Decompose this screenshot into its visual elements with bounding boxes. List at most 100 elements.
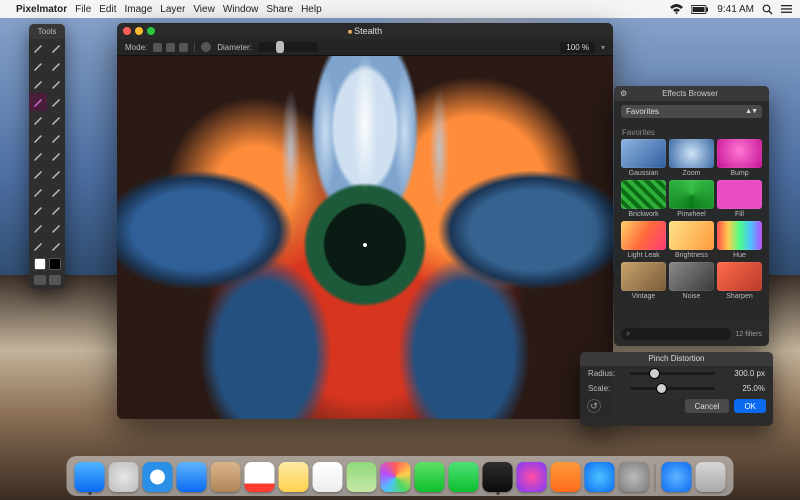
magic-wand-tool[interactable] <box>29 75 47 93</box>
diameter-label: Diameter: <box>217 43 252 52</box>
stamp-tool[interactable] <box>47 147 65 165</box>
zoom-field[interactable]: 100 % <box>560 42 595 53</box>
dock-app-appstore[interactable] <box>585 462 615 492</box>
dock-app-contacts[interactable] <box>211 462 241 492</box>
zoom-window-button[interactable] <box>147 27 155 35</box>
dock-trash[interactable] <box>696 462 726 492</box>
effect-light-leak[interactable]: Light Leak <box>621 221 666 259</box>
menu-layer[interactable]: Layer <box>160 4 185 15</box>
effect-label: Sharpen <box>717 291 762 300</box>
menu-window[interactable]: Window <box>223 4 259 15</box>
search-icon: ⌕ <box>626 329 630 339</box>
eyedropper-tool[interactable] <box>47 129 65 147</box>
dock-app-itunes[interactable] <box>517 462 547 492</box>
effect-thumbnail <box>717 180 762 209</box>
effect-vintage[interactable]: Vintage <box>621 262 666 300</box>
sharpen-tool[interactable] <box>47 183 65 201</box>
dock-app-mail[interactable] <box>177 462 207 492</box>
close-window-button[interactable] <box>123 27 131 35</box>
effect-dialog[interactable]: Pinch Distortion Radius: 300.0 px Scale:… <box>580 352 773 426</box>
wifi-icon[interactable] <box>670 4 683 14</box>
effect-label: Bump <box>717 168 762 177</box>
transform-tool[interactable] <box>47 39 65 57</box>
menu-share[interactable]: Share <box>266 4 293 15</box>
quick-mask-toggle[interactable] <box>34 275 46 285</box>
dock-app-facetime[interactable] <box>449 462 479 492</box>
diameter-slider[interactable] <box>258 42 318 52</box>
effect-zoom[interactable]: Zoom <box>669 139 714 177</box>
app-menu[interactable]: Pixelmator <box>16 4 67 15</box>
menu-help[interactable]: Help <box>301 4 322 15</box>
dock-app-preferences[interactable] <box>619 462 649 492</box>
effects-browser-panel[interactable]: ⚙ Effects Browser Favorites ▲▼ Favorites… <box>614 86 769 346</box>
options-bar: Mode: Diameter: 100 % ▾ <box>117 39 613 56</box>
cancel-button[interactable]: Cancel <box>685 399 730 413</box>
text-tool[interactable] <box>29 219 47 237</box>
effect-pinwheel[interactable]: Pinwheel <box>669 180 714 218</box>
clone-tool[interactable] <box>29 147 47 165</box>
dock-app-launchpad[interactable] <box>109 462 139 492</box>
lasso-tool[interactable] <box>47 57 65 75</box>
red-eye-tool[interactable] <box>47 165 65 183</box>
dock-app-notes[interactable] <box>279 462 309 492</box>
effect-bump[interactable]: Bump <box>717 139 762 177</box>
gradient-tool[interactable] <box>29 129 47 147</box>
paint-bucket-tool[interactable] <box>47 93 65 111</box>
dock-app-maps[interactable] <box>347 462 377 492</box>
effect-hue[interactable]: Hue <box>717 221 762 259</box>
reset-button[interactable]: ↺ <box>587 399 601 413</box>
window-titlebar[interactable]: Stealth <box>117 23 613 39</box>
dock-app-photos[interactable] <box>381 462 411 492</box>
crop-tool[interactable] <box>29 201 47 219</box>
marquee-tool[interactable] <box>29 57 47 75</box>
effect-brickwork[interactable]: Brickwork <box>621 180 666 218</box>
scale-slider[interactable] <box>630 387 715 390</box>
dock-downloads[interactable] <box>662 462 692 492</box>
dock-app-messages[interactable] <box>415 462 445 492</box>
menu-view[interactable]: View <box>193 4 215 15</box>
blur-tool[interactable] <box>29 183 47 201</box>
spotlight-icon[interactable] <box>762 4 773 15</box>
move-tool[interactable] <box>29 39 47 57</box>
effect-brightness[interactable]: Brightness <box>669 221 714 259</box>
dock-app-ibooks[interactable] <box>551 462 581 492</box>
hand-tool[interactable] <box>47 237 65 255</box>
minimize-window-button[interactable] <box>135 27 143 35</box>
dock-app-pixelmator[interactable] <box>483 462 513 492</box>
foreground-color-swatch[interactable] <box>34 258 46 270</box>
screen-mode-toggle[interactable] <box>49 275 61 285</box>
notification-center-icon[interactable] <box>781 4 792 14</box>
effect-noise[interactable]: Noise <box>669 262 714 300</box>
pen-tool[interactable] <box>47 75 65 93</box>
canvas[interactable] <box>117 56 613 419</box>
battery-icon[interactable] <box>691 5 709 14</box>
zoom-tool[interactable] <box>29 237 47 255</box>
radius-slider[interactable] <box>630 372 715 375</box>
effect-fill[interactable]: Fill <box>717 180 762 218</box>
shape-tool[interactable] <box>47 201 65 219</box>
dock-app-safari[interactable] <box>143 462 173 492</box>
menu-edit[interactable]: Edit <box>99 4 116 15</box>
effects-search-input[interactable]: ⌕ <box>621 328 731 340</box>
brush-preset-icon[interactable] <box>201 42 211 52</box>
warp-tool[interactable] <box>47 219 65 237</box>
clock[interactable]: 9:41 AM <box>717 4 754 15</box>
menu-file[interactable]: File <box>75 4 91 15</box>
effect-center-handle[interactable] <box>363 243 367 247</box>
effects-category-select[interactable]: Favorites ▲▼ <box>621 105 762 118</box>
background-color-swatch[interactable] <box>49 258 61 270</box>
eraser-tool[interactable] <box>47 111 65 129</box>
effect-gaussian[interactable]: Gaussian <box>621 139 666 177</box>
dock-app-calendar[interactable] <box>245 462 275 492</box>
blend-mode-selector[interactable] <box>153 43 188 52</box>
brush-tool[interactable] <box>29 93 47 111</box>
effect-sharpen[interactable]: Sharpen <box>717 262 762 300</box>
dock-app-finder[interactable] <box>75 462 105 492</box>
tools-panel[interactable]: Tools <box>29 24 65 289</box>
menu-image[interactable]: Image <box>125 4 153 15</box>
ok-button[interactable]: OK <box>734 399 766 413</box>
dock-app-reminders[interactable] <box>313 462 343 492</box>
pencil-tool[interactable] <box>29 111 47 129</box>
zoom-stepper-icon[interactable]: ▾ <box>601 43 605 52</box>
sponge-tool[interactable] <box>29 165 47 183</box>
